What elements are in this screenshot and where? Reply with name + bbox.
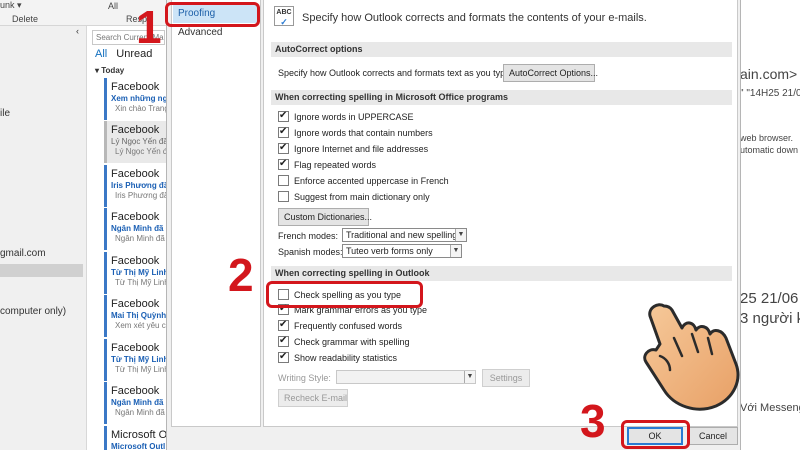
chevron-down-icon: ▼ <box>464 371 475 383</box>
list-item[interactable]: Facebook Xem những ngư Xin chào Trang <box>104 78 166 120</box>
selected-folder[interactable] <box>0 264 83 277</box>
frequently-confused-words-label: Frequently confused words <box>294 321 403 331</box>
check-grammar-with-spelling-label: Check grammar with spelling <box>294 337 410 347</box>
step-2-marker: 2 <box>228 249 254 301</box>
collapse-chevron-icon[interactable]: ‹ <box>76 26 79 36</box>
suggest-main-dictionary-label: Suggest from main dictionary only <box>294 192 430 202</box>
list-item[interactable]: Facebook Lý Ngọc Yến đã g Lý Ngọc Yến đ <box>104 121 166 163</box>
folder-item-local[interactable]: computer only) <box>0 306 66 317</box>
filter-all[interactable]: All <box>95 48 107 60</box>
enforce-accented-uppercase-label: Enforce accented uppercase in French <box>294 176 449 186</box>
step-1-marker: 1 <box>136 1 162 53</box>
writing-style-settings-button[interactable]: Settings <box>482 369 530 387</box>
writing-style-select[interactable]: ▼ <box>336 370 476 384</box>
highlight-check-spelling <box>266 281 423 308</box>
ignore-uppercase-checkbox[interactable] <box>278 110 289 122</box>
account-name[interactable]: gmail.com <box>0 248 46 259</box>
folder-item-file[interactable]: ile <box>0 108 10 119</box>
list-item[interactable]: Facebook Ngân Minh đã g Ngân Minh đã g <box>104 382 166 424</box>
ignore-numbers-label: Ignore words that contain numbers <box>294 128 433 138</box>
message-list: Search Current Mailb All Unread ▾ Today … <box>87 26 166 450</box>
list-item[interactable]: Facebook Mai Thị Quỳnh đ Xem xét yêu cầ <box>104 295 166 337</box>
reading-subject: " "14H25 21/0 <box>740 88 800 99</box>
list-item[interactable]: Microsoft Out Microsoft Outl <box>104 426 166 450</box>
highlight-ok-button <box>621 420 690 449</box>
spanish-modes-label: Spanish modes: <box>278 247 343 257</box>
folder-pane: ile gmail.com computer only) ‹ <box>0 26 87 450</box>
check-grammar-with-spelling-checkbox[interactable] <box>278 335 289 347</box>
list-item[interactable]: Facebook Iris Phương đã g Iris Phương đã <box>104 165 166 207</box>
enforce-accented-uppercase-checkbox[interactable] <box>278 175 289 186</box>
list-item[interactable]: Facebook Từ Thị Mỹ Linh Từ Thị Mỹ Linh <box>104 339 166 381</box>
chevron-down-icon: ▼ <box>450 245 461 257</box>
frequently-confused-words-checkbox[interactable] <box>278 319 289 331</box>
pointing-hand-icon <box>643 303 740 411</box>
flag-repeated-words-label: Flag repeated words <box>294 160 377 170</box>
autocorrect-options-button[interactable]: AutoCorrect Options... <box>503 64 598 82</box>
step-3-marker: 3 <box>580 395 606 447</box>
chevron-down-icon: ▼ <box>455 229 466 241</box>
list-item[interactable]: Facebook Từ Thị Mỹ Linh Từ Thị Mỹ Linh <box>104 252 166 294</box>
autocorrect-section-header: AutoCorrect options <box>271 42 732 57</box>
autocorrect-description: Specify how Outlook corrects and formats… <box>278 68 513 78</box>
junk-button[interactable]: unk ▾ <box>0 0 22 11</box>
ignore-uppercase-label: Ignore words in UPPERCASE <box>294 112 414 122</box>
list-item[interactable]: Facebook Ngân Minh đã g Ngân Minh đã <box>104 208 166 250</box>
suggest-main-dictionary-checkbox[interactable] <box>278 191 289 202</box>
spanish-modes-select[interactable]: Tuteo verb forms only ▼ <box>342 244 462 258</box>
writing-style-label: Writing Style: <box>278 373 331 383</box>
ignore-internet-addresses-label: Ignore Internet and file addresses <box>294 144 429 154</box>
cancel-button[interactable]: Cancel <box>688 427 738 445</box>
all-button[interactable]: All <box>108 1 118 11</box>
show-readability-statistics-label: Show readability statistics <box>294 353 398 363</box>
options-nav: Proofing Advanced <box>171 0 261 427</box>
ignore-internet-addresses-checkbox[interactable] <box>278 142 289 154</box>
show-readability-statistics-checkbox[interactable] <box>278 351 289 363</box>
flag-repeated-words-checkbox[interactable] <box>278 158 289 170</box>
reading-notice-1: web browser. <box>740 133 794 143</box>
office-spelling-section-header: When correcting spelling in Microsoft Of… <box>271 90 732 105</box>
custom-dictionaries-button[interactable]: Custom Dictionaries... <box>278 208 372 226</box>
outlook-spelling-section-header: When correcting spelling in Outlook <box>271 266 732 281</box>
recheck-email-button[interactable]: Recheck E-mail <box>278 389 348 407</box>
group-header-today[interactable]: ▾ Today <box>95 66 124 75</box>
highlight-proofing <box>165 2 260 27</box>
spelling-abc-icon: ABC ✓ <box>274 6 294 27</box>
reading-notice-2: utomatic down <box>740 145 799 155</box>
ignore-numbers-checkbox[interactable] <box>278 126 289 138</box>
proofing-intro: Specify how Outlook corrects and formats… <box>302 12 647 24</box>
french-modes-label: French modes: <box>278 231 339 241</box>
reading-sender: ain.com> <box>740 66 798 82</box>
delete-group-label: Delete <box>12 14 39 24</box>
french-modes-select[interactable]: Traditional and new spellings ▼ <box>342 228 467 242</box>
